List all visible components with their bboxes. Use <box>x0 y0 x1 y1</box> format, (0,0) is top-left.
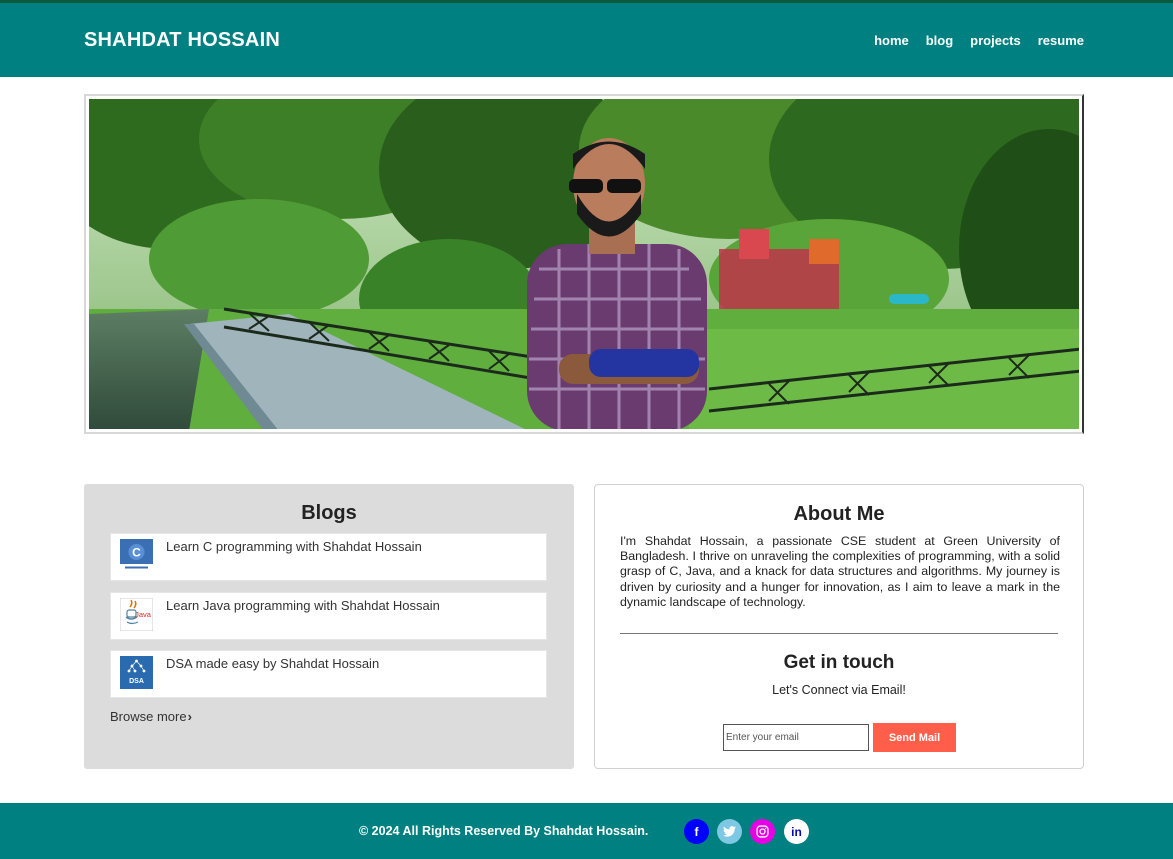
c-logo-icon: C <box>120 539 153 572</box>
nav-resume[interactable]: resume <box>1038 33 1084 48</box>
browse-more-label: Browse more <box>110 709 187 724</box>
blogs-card: Blogs C Learn C programming with Shahdat… <box>84 484 574 769</box>
instagram-icon[interactable] <box>750 819 775 844</box>
java-logo-icon: Java <box>120 598 153 631</box>
site-header: SHAHDAT HOSSAIN home blog projects resum… <box>0 3 1173 77</box>
about-text: I'm Shahdat Hossain, a passionate CSE st… <box>620 534 1060 609</box>
blog-item-title: DSA made easy by Shahdat Hossain <box>166 656 380 671</box>
svg-text:C: C <box>132 546 141 560</box>
site-brand[interactable]: SHAHDAT HOSSAIN <box>84 29 280 52</box>
dsa-logo-icon: DSA <box>120 656 153 689</box>
browse-more-link[interactable]: Browse more› <box>110 709 192 724</box>
blog-item-title: Learn C programming with Shahdat Hossain <box>166 539 422 554</box>
about-heading: About Me <box>793 503 885 525</box>
nav-home[interactable]: home <box>874 33 909 48</box>
nav-blog[interactable]: blog <box>926 33 953 48</box>
get-in-touch-heading: Get in touch <box>783 652 895 673</box>
chevron-right-icon: › <box>187 709 192 724</box>
send-mail-button[interactable]: Send Mail <box>873 723 956 752</box>
facebook-icon[interactable]: f <box>684 819 709 844</box>
connect-text: Let's Connect via Email! <box>772 683 906 697</box>
nav-projects[interactable]: projects <box>970 33 1021 48</box>
hero-banner <box>84 94 1084 434</box>
svg-text:DSA: DSA <box>129 678 144 685</box>
blog-item-title: Learn Java programming with Shahdat Hoss… <box>166 598 440 613</box>
site-footer: © 2024 All Rights Reserved By Shahdat Ho… <box>0 803 1173 859</box>
blog-item[interactable]: C Learn C programming with Shahdat Hossa… <box>110 533 547 581</box>
hero-photo <box>89 99 1079 429</box>
twitter-icon[interactable] <box>717 819 742 844</box>
svg-text:Java: Java <box>135 610 152 619</box>
blog-item[interactable]: Java Learn Java programming with Shahdat… <box>110 592 547 640</box>
main-nav: home blog projects resume <box>874 33 1084 48</box>
blogs-heading: Blogs <box>301 502 357 524</box>
hero-photo-illustration <box>89 99 1079 429</box>
copyright-text: © 2024 All Rights Reserved By Shahdat Ho… <box>359 824 649 838</box>
email-input[interactable] <box>723 724 869 751</box>
section-divider <box>620 633 1058 634</box>
about-card: About Me I'm Shahdat Hossain, a passiona… <box>594 484 1084 769</box>
blog-item[interactable]: DSA DSA made easy by Shahdat Hossain <box>110 650 547 698</box>
linkedin-icon[interactable]: in <box>784 819 809 844</box>
